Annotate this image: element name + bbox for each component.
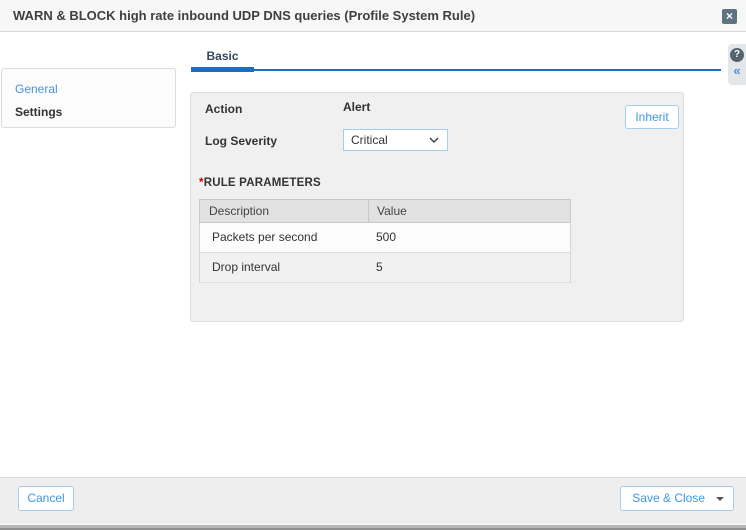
help-strip: ? «	[728, 44, 746, 85]
param-value: 5	[368, 253, 570, 282]
action-value: Alert	[343, 100, 370, 114]
settings-panel: Action Alert Inherit Log Severity Critic…	[190, 92, 684, 322]
dialog-footer: Cancel Save & Close	[0, 477, 746, 523]
rule-parameters-title: RULE PARAMETERS	[204, 177, 321, 189]
collapse-panel-icon[interactable]: «	[728, 62, 746, 79]
dialog-bottom-edge	[0, 523, 746, 530]
log-severity-select[interactable]: Critical	[343, 129, 448, 151]
tab-basic[interactable]: Basic	[191, 49, 254, 63]
close-icon[interactable]: ×	[722, 9, 737, 24]
sidebar-nav: General Settings	[1, 68, 176, 128]
save-close-label: Save & Close	[632, 487, 705, 510]
save-close-button[interactable]: Save & Close	[620, 486, 734, 511]
table-header-row: Description Value	[199, 199, 571, 223]
sidebar-item-general[interactable]: General	[2, 78, 175, 101]
inherit-button[interactable]: Inherit	[625, 105, 679, 129]
log-severity-selected-value: Critical	[351, 133, 388, 147]
rule-parameters-table: Description Value Packets per second 500…	[199, 199, 571, 283]
cancel-button[interactable]: Cancel	[18, 486, 74, 511]
dialog-titlebar: WARN & BLOCK high rate inbound UDP DNS q…	[0, 0, 746, 32]
table-row[interactable]: Packets per second 500	[199, 223, 571, 253]
help-icon[interactable]: ?	[730, 48, 744, 62]
sidebar-item-settings[interactable]: Settings	[2, 101, 175, 124]
column-header-value: Value	[368, 200, 570, 222]
chevron-down-icon	[429, 137, 439, 143]
rule-properties-dialog: WARN & BLOCK high rate inbound UDP DNS q…	[0, 0, 746, 530]
tab-underline	[191, 69, 721, 71]
param-description: Packets per second	[200, 223, 368, 252]
save-close-caret-icon[interactable]	[716, 497, 724, 501]
action-label: Action	[205, 102, 242, 116]
dialog-title: WARN & BLOCK high rate inbound UDP DNS q…	[13, 0, 475, 31]
param-value: 500	[368, 223, 570, 252]
column-header-description: Description	[200, 200, 368, 222]
param-description: Drop interval	[200, 253, 368, 282]
rule-parameters-heading: *RULE PARAMETERS	[199, 177, 321, 189]
table-row[interactable]: Drop interval 5	[199, 253, 571, 283]
log-severity-label: Log Severity	[205, 134, 277, 148]
